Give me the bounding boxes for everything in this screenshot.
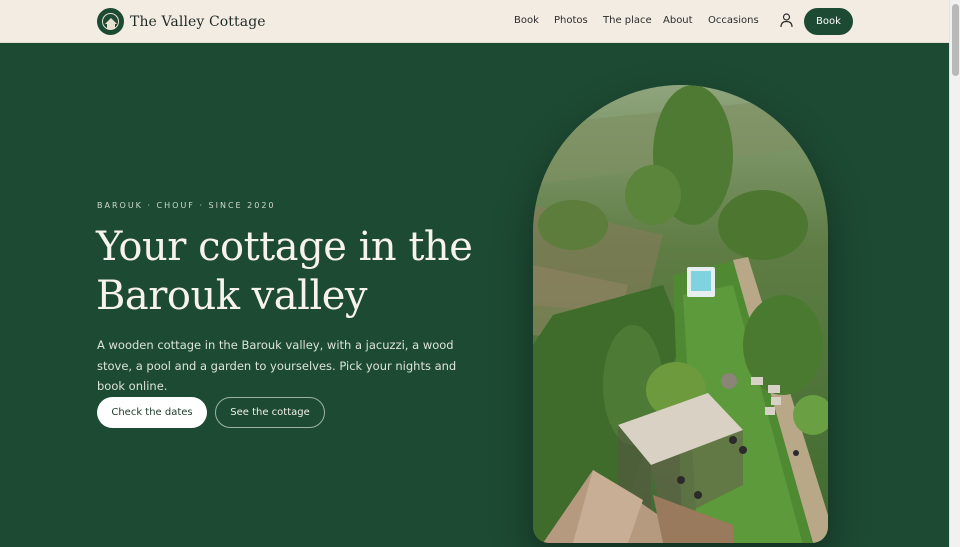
user-icon[interactable] bbox=[780, 13, 793, 28]
hero-title-line-2: Barouk valley bbox=[96, 273, 367, 319]
scrollbar-thumb[interactable] bbox=[952, 4, 959, 76]
brand-logo-link[interactable]: The Valley Cottage bbox=[97, 8, 266, 35]
page: The Valley Cottage Book Photos The place… bbox=[0, 0, 949, 547]
site-header: The Valley Cottage Book Photos The place… bbox=[0, 0, 949, 43]
nav-the-place[interactable]: The place bbox=[603, 15, 652, 26]
cottage-logo-icon bbox=[97, 8, 124, 35]
header-book-button[interactable]: Book bbox=[804, 8, 853, 35]
nav-about[interactable]: About bbox=[663, 15, 693, 26]
check-dates-button[interactable]: Check the dates bbox=[97, 397, 207, 428]
hero-title: Your cottage in the Barouk valley bbox=[96, 223, 496, 321]
nav-occasions[interactable]: Occasions bbox=[708, 15, 759, 26]
hero-eyebrow: BAROUK · CHOUF · SINCE 2020 bbox=[97, 201, 276, 210]
see-cottage-button[interactable]: See the cottage bbox=[215, 397, 325, 428]
hero-photo bbox=[533, 85, 828, 543]
nav-photos[interactable]: Photos bbox=[554, 15, 588, 26]
hero-description: A wooden cottage in the Barouk valley, w… bbox=[97, 338, 457, 393]
brand-name: The Valley Cottage bbox=[130, 13, 266, 30]
page-scrollbar[interactable] bbox=[949, 0, 960, 547]
hero-title-line-1: Your cottage in the bbox=[96, 224, 473, 270]
nav-book[interactable]: Book bbox=[514, 15, 539, 26]
